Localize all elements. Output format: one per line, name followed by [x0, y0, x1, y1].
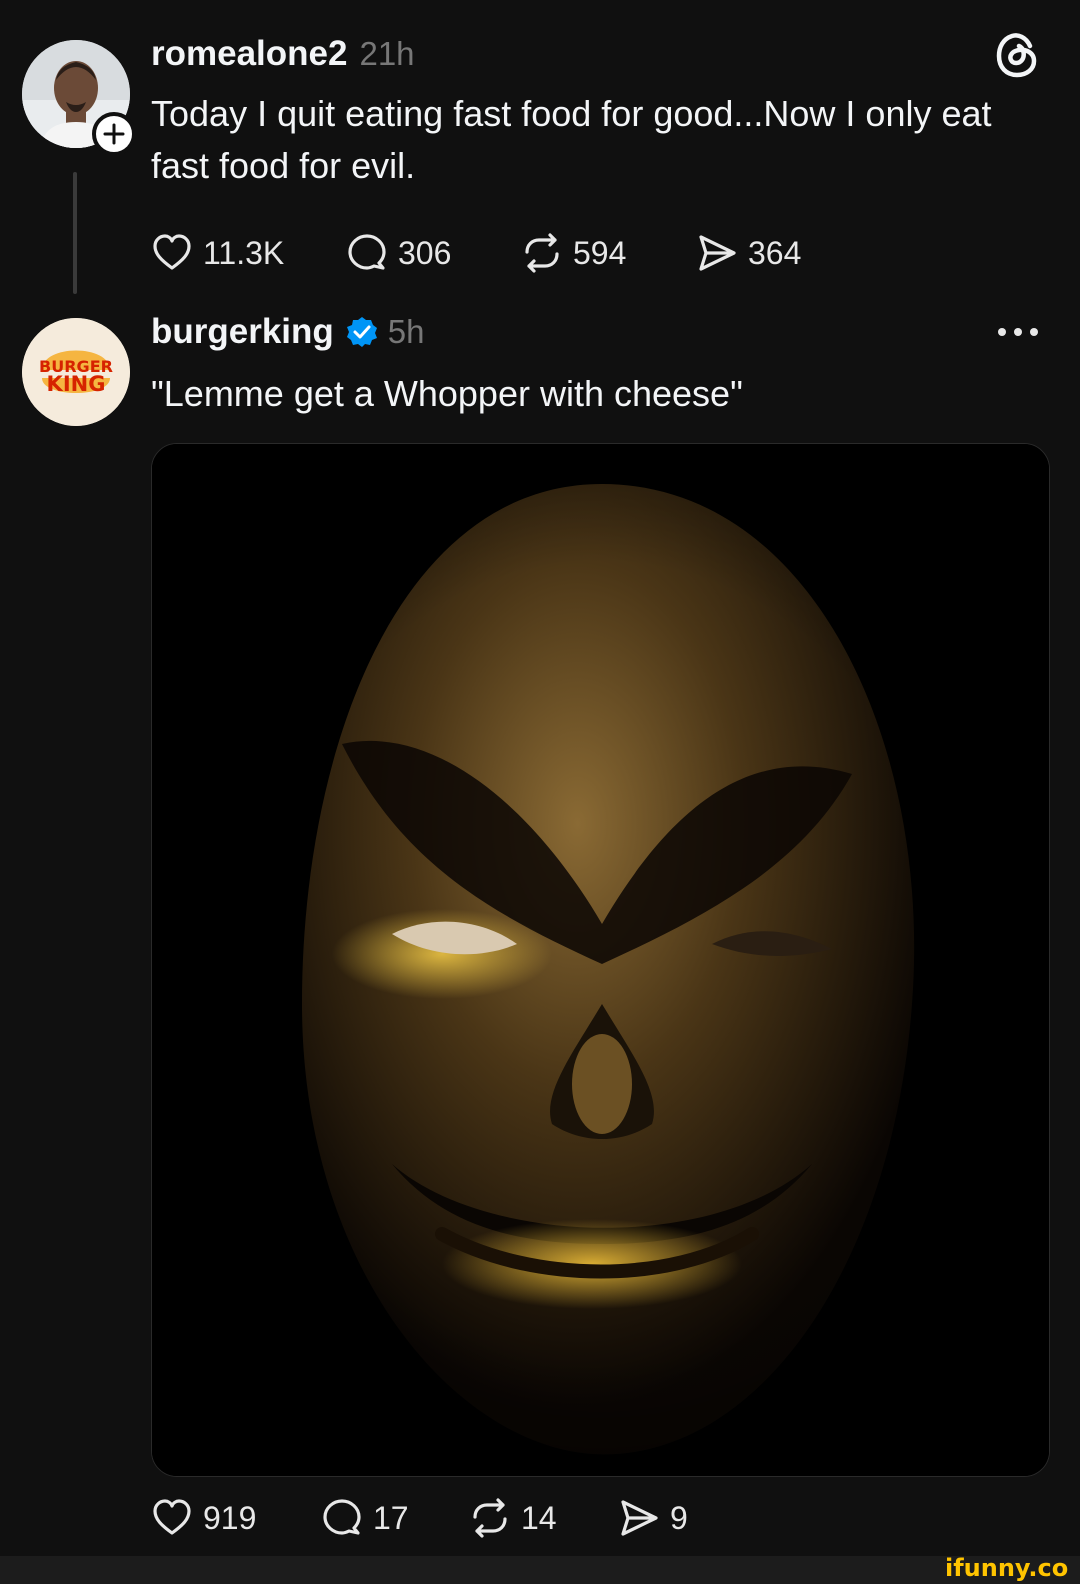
post-timestamp: 21h: [359, 35, 415, 72]
thread-connector-line: [73, 172, 77, 294]
reply-share-button[interactable]: 9: [618, 1497, 688, 1539]
reply-button[interactable]: 306: [346, 232, 451, 274]
reply-like-button[interactable]: 919: [151, 1497, 256, 1539]
reply-actions: 919 17 14 9: [151, 1497, 871, 1543]
bk-logo-line2: KING: [47, 372, 106, 396]
heart-icon: [153, 234, 191, 270]
reply-timestamp: 5h: [387, 313, 425, 350]
like-count: 11.3K: [203, 234, 285, 271]
post-username[interactable]: romealone2: [151, 34, 347, 74]
comment-icon: [348, 234, 386, 270]
share-button[interactable]: 364: [696, 232, 801, 274]
sinister-face-image: [152, 444, 1049, 1476]
repost-count: 594: [573, 234, 627, 271]
ifunny-watermark: ifunny.co: [945, 1554, 1069, 1582]
share-count: 364: [748, 234, 802, 271]
send-icon: [699, 235, 736, 271]
reply-count: 306: [398, 234, 452, 271]
reply-text: "Lemme get a Whopper with cheese": [151, 373, 743, 414]
burger-king-logo-icon: BURGER KING: [22, 318, 130, 426]
threads-logo-icon[interactable]: [994, 30, 1040, 80]
reply-comment-count: 17: [373, 1499, 409, 1536]
repost-icon: [525, 233, 559, 273]
reply-comment-button[interactable]: 17: [321, 1497, 409, 1539]
verified-badge-icon: [346, 317, 377, 347]
reply-repost-count: 14: [521, 1499, 557, 1536]
burgerking-avatar[interactable]: BURGER KING: [22, 318, 130, 426]
plus-icon: [103, 123, 125, 145]
follow-plus-button[interactable]: [92, 112, 136, 156]
reply-image[interactable]: [151, 443, 1050, 1477]
comment-icon: [323, 1499, 361, 1535]
more-options-icon[interactable]: [996, 322, 1040, 342]
reply-like-count: 919: [203, 1499, 257, 1536]
repost-button[interactable]: 594: [521, 232, 626, 274]
post-header: romealone2 21h: [151, 34, 415, 74]
reply-repost-button[interactable]: 14: [469, 1497, 557, 1539]
send-icon: [621, 1500, 658, 1536]
post-text: Today I quit eating fast food for good..…: [151, 93, 992, 186]
heart-icon: [153, 1499, 191, 1535]
reply-share-count: 9: [670, 1499, 688, 1536]
post-actions: 11.3K 306 594 364: [151, 232, 871, 278]
reply-header: burgerking 5h: [151, 312, 425, 352]
footer-bar: [0, 1556, 1080, 1584]
reply-username[interactable]: burgerking: [151, 312, 334, 352]
repost-icon: [473, 1498, 507, 1538]
like-button[interactable]: 11.3K: [151, 232, 284, 274]
